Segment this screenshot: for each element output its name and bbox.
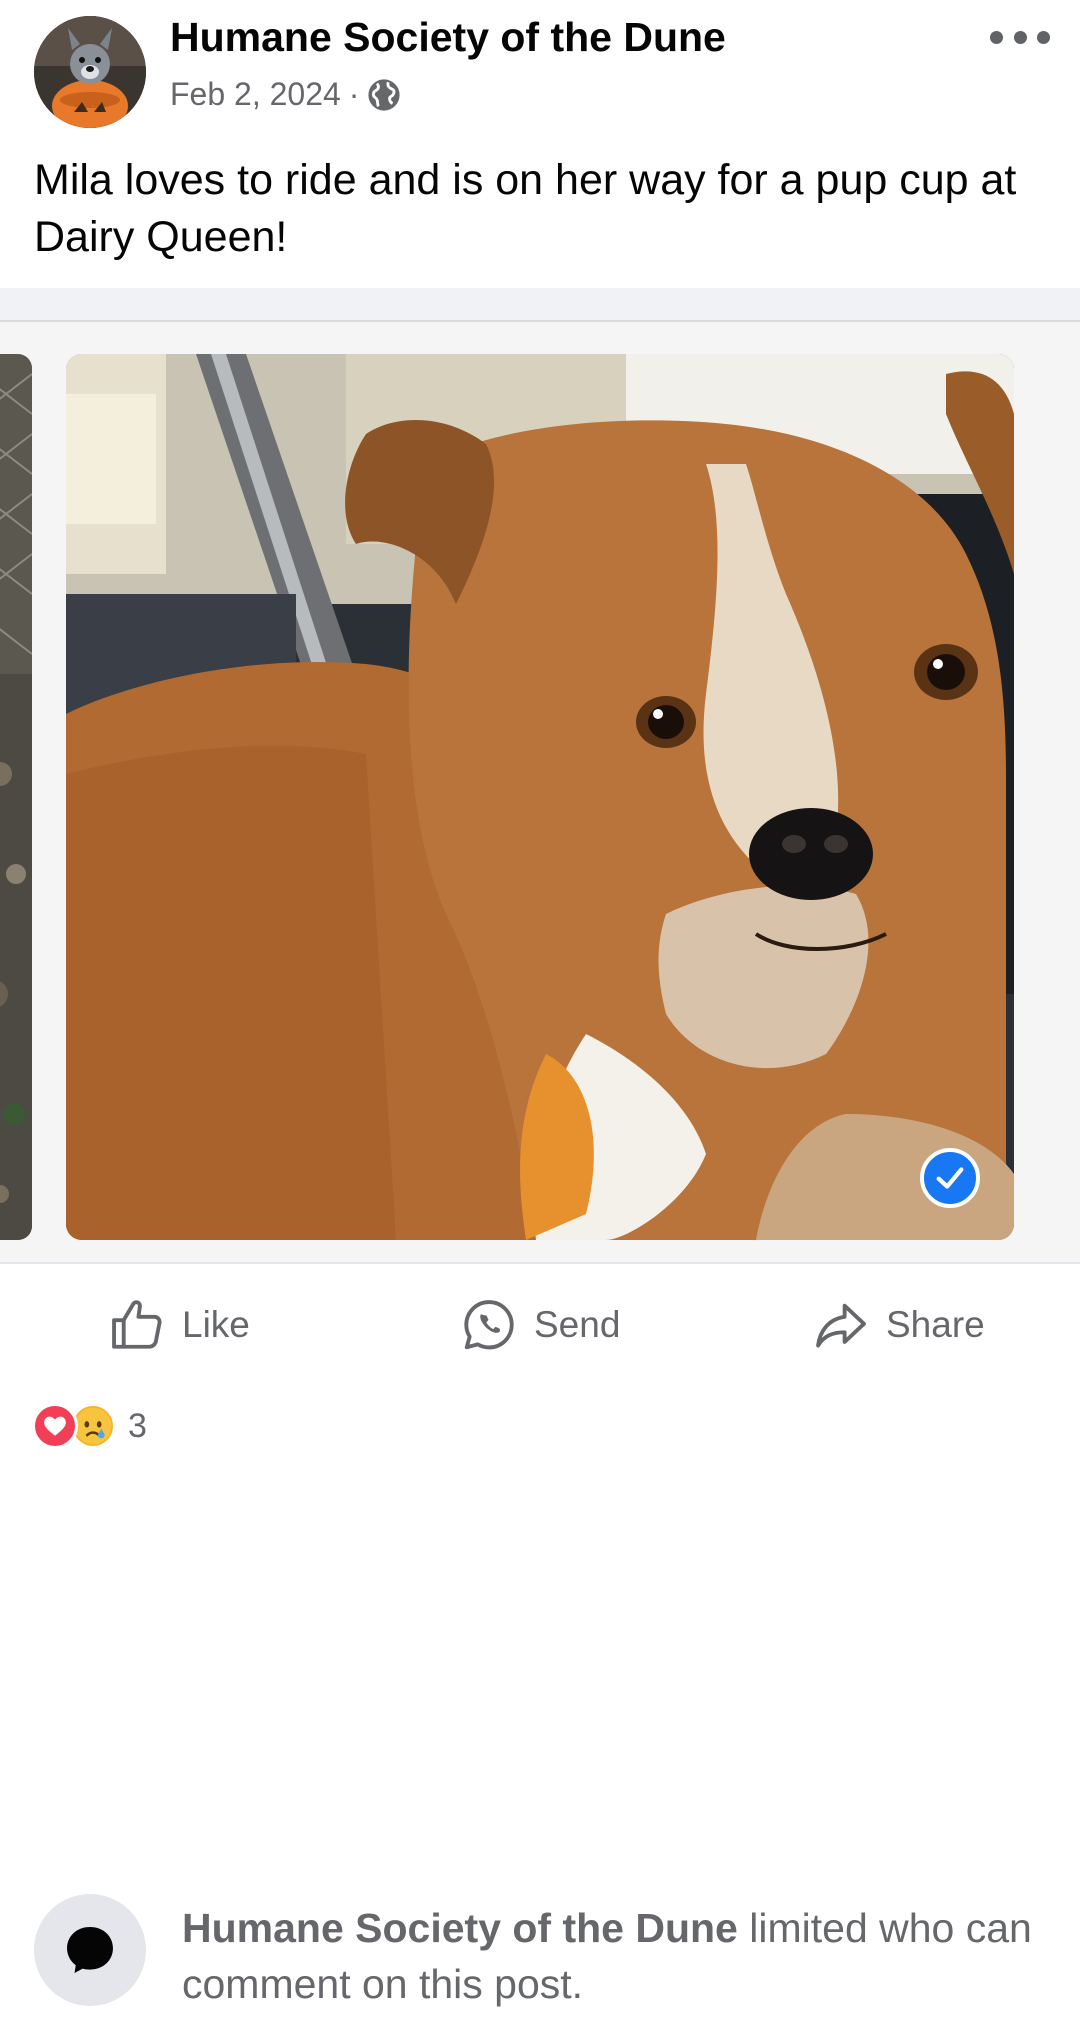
whatsapp-icon: [464, 1300, 514, 1350]
comment-limit-page-name[interactable]: Humane Society of the Dune: [182, 1905, 738, 1951]
dog-photo-image: [66, 354, 1014, 1240]
more-dot: [1013, 30, 1027, 44]
comment-limit-notice: Humane Society of the Dune limited who c…: [0, 1880, 1080, 2031]
meta-separator: ·: [348, 76, 360, 112]
send-button[interactable]: Send: [460, 1294, 620, 1356]
like-button[interactable]: Like: [108, 1294, 250, 1356]
section-divider: [0, 288, 1080, 322]
checkmark-icon: [936, 1167, 964, 1189]
sad-face-icon: [74, 1407, 112, 1445]
globe-icon: [368, 78, 401, 111]
page-avatar-image: [34, 16, 146, 128]
more-dot: [1037, 30, 1050, 44]
send-label: Send: [534, 1304, 621, 1345]
share-label: Share: [886, 1304, 985, 1345]
more-options-button[interactable]: [990, 20, 1050, 54]
post-date[interactable]: Feb 2, 2024: [170, 76, 341, 113]
reactions-summary[interactable]: 3: [32, 1402, 147, 1450]
previous-photo[interactable]: [0, 354, 32, 1240]
reaction-count: 3: [128, 1406, 147, 1445]
like-label: Like: [182, 1304, 250, 1345]
share-arrow-icon: [816, 1303, 866, 1348]
dog-photo[interactable]: [66, 354, 1014, 1240]
heart-icon: [44, 1416, 66, 1436]
share-button[interactable]: Share: [812, 1294, 985, 1356]
selected-checkmark-icon: [920, 1148, 980, 1208]
comment-limit-text: Humane Society of the Dune limited who c…: [182, 1900, 1042, 2012]
more-dot: [990, 30, 1003, 44]
page-avatar[interactable]: [34, 16, 146, 128]
post-header: Humane Society of the Dune Feb 2, 2024 ·: [0, 0, 1080, 140]
post-action-bar: Like Send Share: [0, 1262, 1080, 1386]
thumbs-up-icon: [112, 1300, 162, 1349]
previous-photo-image: [0, 354, 32, 1240]
comment-bubble-icon: [34, 1894, 146, 2006]
page-name[interactable]: Humane Society of the Dune: [170, 14, 726, 61]
chat-bubble-icon: [67, 1927, 113, 1973]
post-meta: Feb 2, 2024 ·: [170, 76, 401, 113]
post-caption: Mila loves to ride and is on her way for…: [34, 156, 1017, 261]
photo-carousel[interactable]: [0, 322, 1080, 1262]
love-reaction-icon: [32, 1403, 78, 1449]
